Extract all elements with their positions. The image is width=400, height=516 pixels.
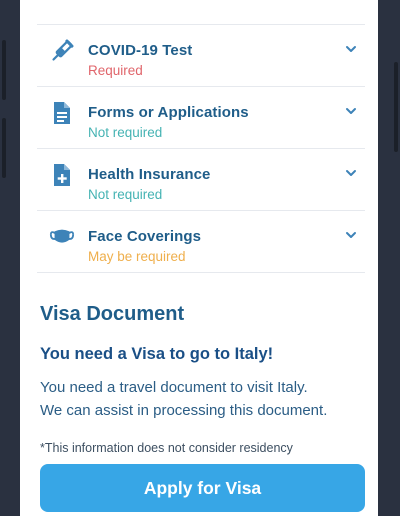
chevron-down-icon[interactable] bbox=[345, 229, 357, 241]
requirement-face-coverings[interactable]: Face Coverings May be required bbox=[37, 211, 365, 273]
requirement-title: Face Coverings bbox=[88, 228, 202, 245]
requirement-forms[interactable]: Forms or Applications Not required bbox=[37, 87, 365, 149]
device-frame: COVID-19 Test Required Forms or Applicat… bbox=[0, 0, 400, 516]
apply-for-visa-button[interactable]: Apply for Visa bbox=[40, 464, 365, 512]
chevron-down-icon[interactable] bbox=[345, 167, 357, 179]
requirement-health-insurance[interactable]: Health Insurance Not required bbox=[37, 149, 365, 211]
medical-document-icon bbox=[49, 162, 75, 188]
visa-description: You need a travel document to visit Ital… bbox=[40, 376, 370, 422]
requirement-status: Not required bbox=[88, 125, 163, 140]
test-tube-icon bbox=[49, 38, 75, 64]
face-mask-icon bbox=[49, 224, 75, 250]
app-screen: COVID-19 Test Required Forms or Applicat… bbox=[20, 0, 378, 516]
requirement-covid-test[interactable]: COVID-19 Test Required bbox=[37, 25, 365, 87]
visa-section-title: Visa Document bbox=[40, 303, 185, 325]
requirement-status: May be required bbox=[88, 249, 186, 264]
requirements-list: COVID-19 Test Required Forms or Applicat… bbox=[37, 25, 365, 273]
requirement-title: COVID-19 Test bbox=[88, 42, 193, 59]
device-side-button-left-upper bbox=[2, 40, 6, 100]
visa-description-line: You need a travel document to visit Ital… bbox=[40, 379, 308, 396]
visa-subtitle: You need a Visa to go to Italy! bbox=[40, 345, 274, 363]
visa-description-line: We can assist in processing this documen… bbox=[40, 402, 328, 419]
requirement-title: Health Insurance bbox=[88, 166, 211, 183]
requirement-title: Forms or Applications bbox=[88, 104, 249, 121]
device-side-button-right bbox=[394, 62, 398, 152]
chevron-down-icon[interactable] bbox=[345, 43, 357, 55]
device-side-button-left-lower bbox=[2, 118, 6, 178]
requirement-status: Required bbox=[88, 63, 143, 78]
residency-disclaimer: *This information does not consider resi… bbox=[40, 441, 293, 455]
document-icon bbox=[49, 100, 75, 126]
chevron-down-icon[interactable] bbox=[345, 105, 357, 117]
requirement-status: Not required bbox=[88, 187, 163, 202]
